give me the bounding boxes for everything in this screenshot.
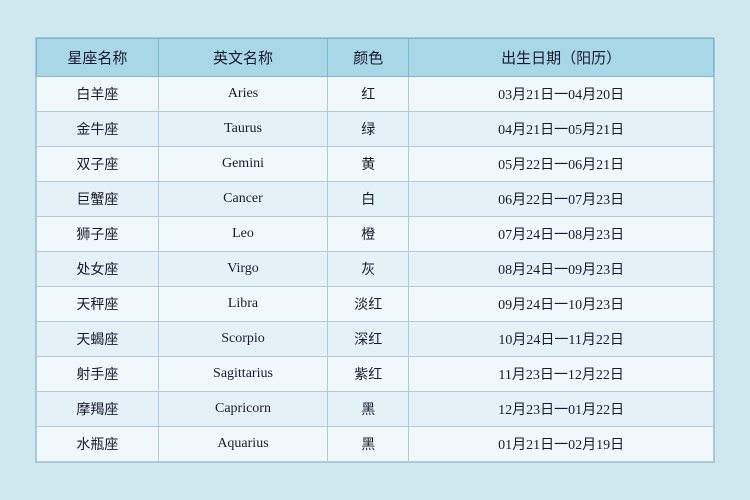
- table-row: 处女座Virgo灰08月24日一09月23日: [37, 252, 714, 287]
- table-row: 水瓶座Aquarius黑01月21日一02月19日: [37, 427, 714, 462]
- cell-date: 04月21日一05月21日: [409, 112, 714, 147]
- cell-date: 11月23日一12月22日: [409, 357, 714, 392]
- table-row: 天蝎座Scorpio深红10月24日一11月22日: [37, 322, 714, 357]
- cell-color: 淡红: [328, 287, 409, 322]
- table-row: 射手座Sagittarius紫红11月23日一12月22日: [37, 357, 714, 392]
- table-row: 白羊座Aries红03月21日一04月20日: [37, 77, 714, 112]
- cell-color: 黑: [328, 392, 409, 427]
- cell-en-name: Cancer: [158, 182, 327, 217]
- cell-cn-name: 天秤座: [37, 287, 159, 322]
- cell-color: 灰: [328, 252, 409, 287]
- cell-color: 深红: [328, 322, 409, 357]
- cell-color: 黄: [328, 147, 409, 182]
- cell-cn-name: 处女座: [37, 252, 159, 287]
- cell-en-name: Leo: [158, 217, 327, 252]
- cell-en-name: Libra: [158, 287, 327, 322]
- cell-date: 12月23日一01月22日: [409, 392, 714, 427]
- cell-en-name: Sagittarius: [158, 357, 327, 392]
- cell-en-name: Virgo: [158, 252, 327, 287]
- cell-color: 黑: [328, 427, 409, 462]
- header-date: 出生日期（阳历）: [409, 39, 714, 77]
- cell-en-name: Aquarius: [158, 427, 327, 462]
- cell-cn-name: 水瓶座: [37, 427, 159, 462]
- cell-cn-name: 金牛座: [37, 112, 159, 147]
- cell-cn-name: 双子座: [37, 147, 159, 182]
- zodiac-table: 星座名称 英文名称 颜色 出生日期（阳历） 白羊座Aries红03月21日一04…: [35, 37, 715, 463]
- cell-en-name: Capricorn: [158, 392, 327, 427]
- cell-cn-name: 射手座: [37, 357, 159, 392]
- cell-date: 09月24日一10月23日: [409, 287, 714, 322]
- cell-cn-name: 巨蟹座: [37, 182, 159, 217]
- cell-date: 08月24日一09月23日: [409, 252, 714, 287]
- table-row: 摩羯座Capricorn黑12月23日一01月22日: [37, 392, 714, 427]
- cell-color: 白: [328, 182, 409, 217]
- cell-color: 紫红: [328, 357, 409, 392]
- table-row: 金牛座Taurus绿04月21日一05月21日: [37, 112, 714, 147]
- header-en-name: 英文名称: [158, 39, 327, 77]
- cell-date: 06月22日一07月23日: [409, 182, 714, 217]
- header-cn-name: 星座名称: [37, 39, 159, 77]
- cell-en-name: Scorpio: [158, 322, 327, 357]
- cell-cn-name: 狮子座: [37, 217, 159, 252]
- cell-en-name: Gemini: [158, 147, 327, 182]
- cell-cn-name: 摩羯座: [37, 392, 159, 427]
- table-header-row: 星座名称 英文名称 颜色 出生日期（阳历）: [37, 39, 714, 77]
- cell-color: 红: [328, 77, 409, 112]
- table-row: 巨蟹座Cancer白06月22日一07月23日: [37, 182, 714, 217]
- cell-date: 03月21日一04月20日: [409, 77, 714, 112]
- cell-date: 07月24日一08月23日: [409, 217, 714, 252]
- table-row: 双子座Gemini黄05月22日一06月21日: [37, 147, 714, 182]
- cell-date: 05月22日一06月21日: [409, 147, 714, 182]
- cell-date: 10月24日一11月22日: [409, 322, 714, 357]
- cell-en-name: Aries: [158, 77, 327, 112]
- table-row: 天秤座Libra淡红09月24日一10月23日: [37, 287, 714, 322]
- cell-cn-name: 白羊座: [37, 77, 159, 112]
- cell-date: 01月21日一02月19日: [409, 427, 714, 462]
- table-row: 狮子座Leo橙07月24日一08月23日: [37, 217, 714, 252]
- cell-color: 橙: [328, 217, 409, 252]
- header-color: 颜色: [328, 39, 409, 77]
- cell-cn-name: 天蝎座: [37, 322, 159, 357]
- cell-color: 绿: [328, 112, 409, 147]
- cell-en-name: Taurus: [158, 112, 327, 147]
